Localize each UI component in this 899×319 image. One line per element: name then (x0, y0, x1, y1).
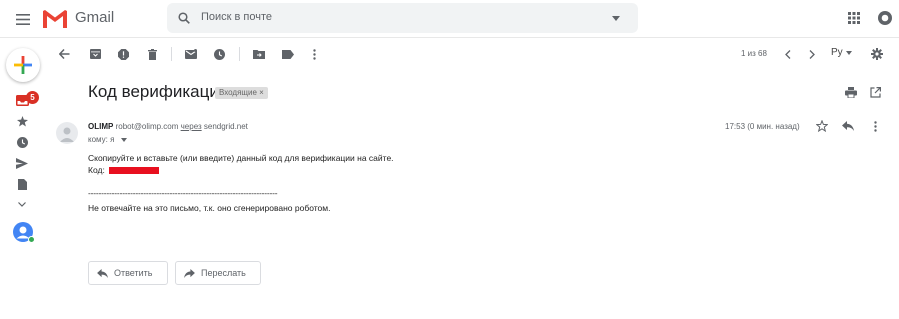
mark-unread-icon[interactable] (183, 46, 199, 62)
main-menu-icon[interactable] (13, 9, 33, 29)
star-icon[interactable] (815, 119, 829, 133)
starred-icon[interactable] (15, 114, 29, 128)
recipient-details[interactable]: кому: я (88, 135, 127, 144)
reply-button[interactable]: Ответить (88, 261, 168, 285)
label-icon[interactable] (280, 46, 296, 62)
print-icon[interactable] (844, 85, 858, 99)
body-separator: ----------------------------------------… (88, 188, 278, 198)
input-language-selector[interactable]: Ру (831, 47, 843, 58)
forward-button-label: Переслать (201, 268, 246, 278)
back-arrow-icon[interactable] (56, 46, 72, 62)
code-label: Код: (88, 165, 105, 175)
app-name: Gmail (75, 9, 115, 26)
account-avatar-icon[interactable] (875, 8, 895, 28)
settings-gear-icon[interactable] (869, 46, 885, 62)
via-domain: sendgrid.net (203, 122, 248, 131)
code-line: Код: (88, 165, 159, 175)
redacted-code (108, 167, 159, 175)
reply-button-label: Ответить (114, 268, 153, 278)
pagination-text: 1 из 68 (741, 49, 767, 58)
gmail-logo-icon[interactable] (42, 8, 68, 28)
inbox-unread-badge: 5 (26, 91, 39, 104)
body-disclaimer: Не отвечайте на это письмо, т.к. оно сге… (88, 203, 331, 213)
forward-button-icon (184, 268, 195, 278)
email-subject: Код верификации (88, 82, 229, 101)
older-chevron-icon[interactable] (806, 47, 818, 61)
snoozed-icon[interactable] (15, 135, 29, 149)
sender-avatar[interactable] (56, 122, 78, 144)
more-labels-chevron-icon[interactable] (15, 198, 29, 210)
search-options-icon[interactable] (611, 14, 621, 22)
apps-grid-icon[interactable] (845, 9, 863, 27)
forward-button[interactable]: Переслать (175, 261, 261, 285)
search-input[interactable]: Поиск в почте (201, 11, 272, 23)
more-actions-icon[interactable] (308, 46, 320, 62)
recipient-details-dropdown-icon[interactable] (120, 137, 127, 142)
compose-button[interactable] (6, 48, 40, 82)
top-bar: Gmail Поиск в почте (0, 0, 899, 38)
toolbar-divider (171, 47, 172, 61)
search-bar[interactable]: Поиск в почте (167, 3, 638, 33)
sent-icon[interactable] (15, 156, 29, 170)
move-to-icon[interactable] (251, 46, 267, 62)
search-icon[interactable] (177, 11, 191, 25)
sender-name[interactable]: OLIMP (88, 122, 113, 131)
archive-icon[interactable] (87, 46, 103, 62)
via-link[interactable]: через (181, 122, 202, 131)
toolbar-divider (239, 47, 240, 61)
sender-info: OLIMP robot@olimp.com через sendgrid.net (88, 122, 248, 131)
snooze-icon[interactable] (211, 46, 227, 62)
reply-button-icon (97, 268, 108, 278)
compose-plus-icon (13, 55, 33, 75)
delete-icon[interactable] (144, 46, 160, 62)
newer-chevron-icon[interactable] (782, 47, 794, 61)
language-dropdown-icon[interactable] (845, 50, 853, 56)
open-new-window-icon[interactable] (868, 85, 882, 99)
inbox-label-chip[interactable]: Входящие × (215, 87, 268, 99)
recipient-text: кому: я (88, 135, 115, 144)
reply-icon[interactable] (841, 119, 855, 133)
body-instruction: Скопируйте и вставьте (или введите) данн… (88, 153, 394, 163)
message-timestamp: 17:53 (0 мин. назад) (725, 122, 800, 131)
online-status-dot (28, 236, 35, 243)
drafts-icon[interactable] (15, 177, 29, 191)
sender-email: robot@olimp.com (115, 122, 179, 131)
report-spam-icon[interactable] (115, 46, 131, 62)
message-more-icon[interactable] (869, 119, 881, 133)
